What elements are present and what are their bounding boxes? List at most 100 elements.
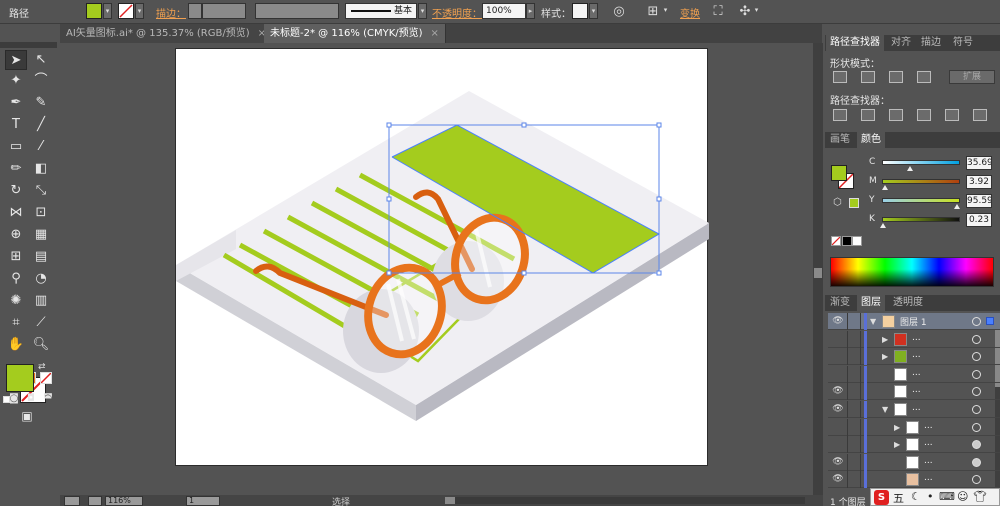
tab-untitled-2[interactable]: 未标题-2* @ 116% (CMYK/预览) × xyxy=(264,24,446,43)
exclude-icon[interactable] xyxy=(917,71,931,83)
lock-toggle[interactable] xyxy=(847,348,861,366)
artboard-options-icon[interactable] xyxy=(88,496,102,506)
divide-icon[interactable] xyxy=(833,109,847,121)
zoom-tool-icon[interactable]: 🔍︎ xyxy=(30,335,52,355)
layer-name[interactable]: ... xyxy=(912,368,921,378)
vertical-scroll-thumb[interactable] xyxy=(814,268,822,278)
unite-icon[interactable] xyxy=(833,71,847,83)
horizontal-scroll-thumb[interactable] xyxy=(445,497,455,504)
stroke-dropdown[interactable]: ▾ xyxy=(135,3,144,19)
paintbrush-tool-icon[interactable]: ⁄ xyxy=(30,137,52,157)
brush-dropdown[interactable]: ▾ xyxy=(418,3,427,19)
outline-icon[interactable] xyxy=(945,109,959,121)
sublayer-row[interactable]: ▶... xyxy=(828,348,1000,366)
symbol-sprayer-tool-icon[interactable]: ✺ xyxy=(5,291,27,311)
minus-back-icon[interactable] xyxy=(973,109,987,121)
isolate-icon[interactable]: ⛶ xyxy=(709,3,727,21)
chevron-right-icon[interactable]: ▶ xyxy=(894,440,900,449)
keyboard-icon[interactable]: ⌨ xyxy=(939,490,955,503)
brush-select[interactable]: 基本 xyxy=(345,3,417,19)
variable-width-field[interactable] xyxy=(255,3,339,19)
lock-toggle[interactable] xyxy=(847,313,861,330)
visibility-eye-icon[interactable]: 👁 xyxy=(831,473,845,485)
layer-name[interactable]: 图层 1 xyxy=(900,315,927,328)
tab-align[interactable]: 对齐 xyxy=(887,35,915,51)
target-circle-icon[interactable] xyxy=(972,369,981,379)
pen-tool-icon[interactable]: ✒ xyxy=(5,93,27,113)
artboard[interactable] xyxy=(175,48,709,467)
stroke-label[interactable]: 描边： xyxy=(156,5,186,20)
opacity-label[interactable]: 不透明度： xyxy=(432,5,482,20)
column-graph-tool-icon[interactable]: ▥ xyxy=(30,291,52,311)
visibility-eye-icon[interactable] xyxy=(831,368,845,380)
eraser-tool-icon[interactable]: ◧ xyxy=(30,159,52,179)
target-circle-icon[interactable] xyxy=(972,457,981,467)
chevron-right-icon[interactable]: ▶ xyxy=(882,352,888,361)
selection-dropdown[interactable]: ▾ xyxy=(752,3,761,19)
shape-builder-tool-icon[interactable]: ⊕ xyxy=(5,225,27,245)
line-tool-icon[interactable]: ╱ xyxy=(30,115,52,135)
out-of-gamut-icon[interactable]: ⬡ xyxy=(833,197,842,208)
punctuation-icon[interactable]: • xyxy=(927,490,934,503)
sublayer-row[interactable]: 👁... xyxy=(828,471,1000,489)
cmyk-slider-track[interactable] xyxy=(882,198,960,203)
artwork[interactable] xyxy=(176,49,709,467)
lock-toggle[interactable] xyxy=(847,383,861,401)
lock-toggle[interactable] xyxy=(847,330,861,348)
curvature-tool-icon[interactable]: ✎ xyxy=(30,93,52,113)
opacity-field[interactable]: 100% xyxy=(482,3,526,19)
lock-toggle[interactable] xyxy=(847,453,861,471)
stroke-weight-field[interactable] xyxy=(202,3,246,19)
tab-ai-vector-icon[interactable]: AI矢量图标.ai* @ 135.37% (RGB/预览) × xyxy=(60,24,274,43)
lock-toggle[interactable] xyxy=(847,418,861,436)
stroke-weight-stepper[interactable] xyxy=(188,3,202,19)
ime-logo[interactable]: S xyxy=(874,490,889,505)
chevron-right-icon[interactable]: ▶ xyxy=(882,335,888,344)
free-transform-tool-icon[interactable]: ⊡ xyxy=(30,203,52,223)
target-circle-icon[interactable] xyxy=(972,317,981,326)
stroke-swatch[interactable] xyxy=(118,3,134,19)
user-icon[interactable]: ☺ xyxy=(957,490,968,503)
layer-name[interactable]: ... xyxy=(912,350,921,360)
visibility-eye-icon[interactable]: 👁 xyxy=(831,315,845,327)
sublayer-row[interactable]: ▶... xyxy=(828,418,1000,436)
visibility-eye-icon[interactable] xyxy=(831,350,845,362)
opacity-dropdown[interactable]: ▸ xyxy=(526,3,535,19)
blend-tool-icon[interactable]: ◔ xyxy=(30,269,52,289)
align-dropdown[interactable]: ▾ xyxy=(661,3,670,19)
cmyk-slider-thumb[interactable] xyxy=(907,166,914,171)
align-options-icon[interactable]: ⊞ xyxy=(644,3,662,21)
scale-tool-icon[interactable]: ⤡ xyxy=(30,181,52,201)
tab-symbols[interactable]: 符号 xyxy=(949,35,977,51)
crop-icon[interactable] xyxy=(917,109,931,121)
merge-icon[interactable] xyxy=(889,109,903,121)
target-circle-icon[interactable] xyxy=(972,352,981,362)
lasso-tool-icon[interactable]: ⌒ xyxy=(30,71,52,91)
vertical-scrollbar[interactable] xyxy=(813,43,823,495)
gradient-tool-icon[interactable]: ▤ xyxy=(30,247,52,267)
visibility-eye-icon[interactable]: 👁 xyxy=(831,403,845,415)
transform-link[interactable]: 变换 xyxy=(680,5,700,20)
width-tool-icon[interactable]: ⋈ xyxy=(5,203,27,223)
lock-toggle[interactable] xyxy=(847,365,861,383)
cmyk-slider-thumb[interactable] xyxy=(882,185,889,190)
rectangle-tool-icon[interactable]: ▭ xyxy=(5,137,27,157)
draw-inside-icon[interactable]: ◚ xyxy=(37,389,59,409)
sublayer-row[interactable]: ▶... xyxy=(828,330,1000,348)
fill-swatch[interactable] xyxy=(86,3,102,19)
magic-wand-tool-icon[interactable]: ✦ xyxy=(5,71,27,91)
lock-toggle[interactable] xyxy=(847,401,861,418)
visibility-eye-icon[interactable] xyxy=(831,421,845,433)
fill-color-swatch[interactable] xyxy=(6,364,34,392)
cmyk-value-field[interactable]: 35.69 xyxy=(966,156,992,170)
tab-transparency[interactable]: 透明度 xyxy=(889,295,927,311)
none-color-icon[interactable] xyxy=(831,236,841,246)
cmyk-value-field[interactable]: 0.23 xyxy=(966,213,992,227)
layer-row[interactable]: 👁 ▼ 图层 1 xyxy=(828,313,1000,330)
tab-layers[interactable]: 图层 xyxy=(857,295,885,311)
lock-toggle[interactable] xyxy=(847,471,861,489)
cmyk-slider-track[interactable] xyxy=(882,217,960,222)
visibility-eye-icon[interactable] xyxy=(831,438,845,450)
white-color-icon[interactable] xyxy=(852,236,862,246)
target-circle-icon[interactable] xyxy=(972,475,981,485)
